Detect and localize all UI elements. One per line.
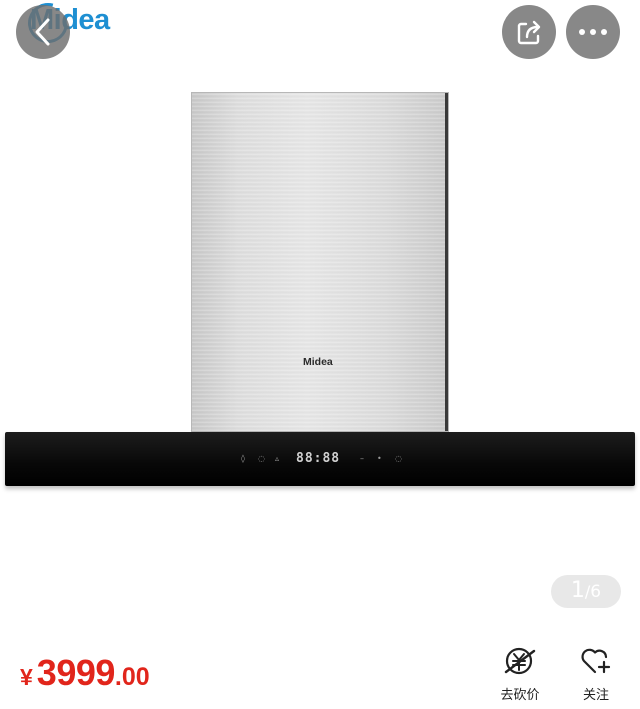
follow-label: 关注 (582, 688, 609, 703)
power-icon: ◌ (258, 454, 265, 463)
timer-icon: ◌ (395, 454, 402, 463)
ellipsis-icon (579, 29, 607, 35)
bargain-label: 去砍价 (500, 688, 540, 703)
product-image-carousel[interactable]: Midea ◊ ◌ ▵ 88:88 – • ◌ 1 / 6 (0, 0, 640, 625)
pager-total: 6 (590, 582, 602, 602)
image-pager: 1 / 6 (551, 575, 621, 608)
share-button[interactable] (502, 5, 556, 59)
product-panel-logo: Midea (303, 356, 333, 368)
price-decimal: .00 (114, 663, 150, 691)
pager-current: 1 (570, 578, 585, 603)
hood-display-readout: 88:88 (296, 451, 341, 466)
follow-button[interactable]: 关注 (566, 645, 626, 703)
minus-icon: – (360, 454, 364, 463)
share-icon (517, 20, 541, 45)
heart-plus-icon (581, 648, 611, 674)
bargain-button[interactable]: 去砍价 (490, 645, 550, 703)
control-icon: ◊ (241, 454, 245, 463)
more-button[interactable] (566, 5, 620, 59)
back-button[interactable] (16, 5, 70, 59)
price: ¥3999.00 (20, 652, 150, 694)
price-currency: ¥ (20, 664, 33, 690)
light-icon: ▵ (275, 454, 280, 463)
bargain-icon (504, 647, 536, 675)
chevron-left-icon (35, 18, 50, 46)
product-image-hood-panel (191, 92, 449, 432)
price-integer: 3999 (36, 652, 116, 693)
dot-icon: • (377, 454, 382, 463)
